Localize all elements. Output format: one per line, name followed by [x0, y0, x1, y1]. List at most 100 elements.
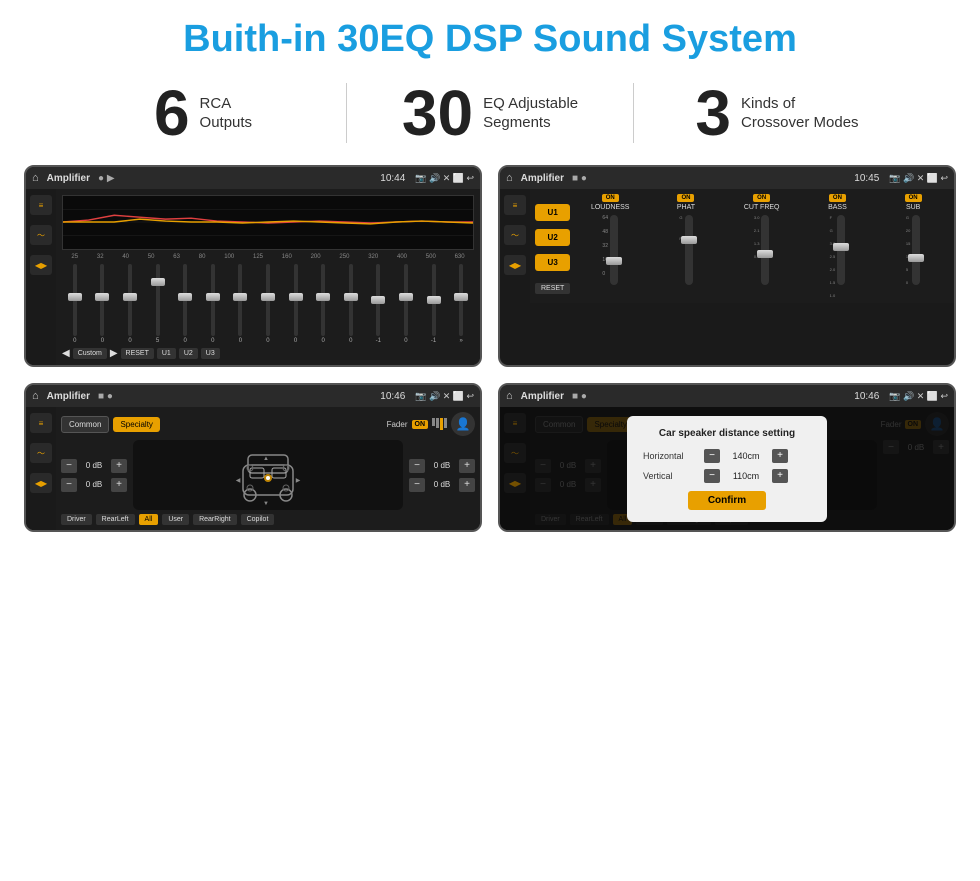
speaker-sidebar-icon-1[interactable]: ≡: [30, 413, 52, 433]
dialog-horizontal-row: Horizontal − 140cm +: [643, 449, 811, 463]
speaker-sidebar-icon-2[interactable]: 〜: [30, 443, 52, 463]
bass-title: BASS: [828, 204, 847, 211]
vol4-plus[interactable]: +: [459, 478, 475, 492]
crossover-sidebar: ≡ 〜 ◀▶: [500, 189, 530, 303]
eq-slider-1: 0: [62, 264, 88, 344]
vol3-value: 0 dB: [428, 461, 456, 470]
crossover-reset-btn[interactable]: RESET: [535, 283, 570, 294]
vol2-plus[interactable]: +: [111, 478, 127, 492]
stats-row: 6 RCAOutputs 30 EQ AdjustableSegments 3 …: [0, 71, 980, 157]
eq-slider-14: -1: [421, 264, 447, 344]
eq-play-btn[interactable]: ▶: [110, 348, 118, 359]
dialog-title: Amplifier: [521, 391, 564, 402]
u3-btn[interactable]: U3: [535, 254, 570, 271]
crossover-dots: ■ ●: [572, 173, 587, 184]
freq-630: 630: [455, 254, 465, 260]
crossover-sidebar-icon-1[interactable]: ≡: [504, 195, 526, 215]
horizontal-plus[interactable]: +: [772, 449, 788, 463]
eq-slider-2: 0: [90, 264, 116, 344]
eq-u1-btn[interactable]: U1: [157, 348, 176, 359]
speaker-middle: − 0 dB + − 0 dB +: [61, 440, 475, 510]
eq-sidebar-icon-2[interactable]: 〜: [30, 225, 52, 245]
car-diagram: ▲ ▼ ◀ ▶: [133, 440, 403, 510]
confirm-button[interactable]: Confirm: [688, 491, 766, 510]
eq-prev-btn[interactable]: ◀: [62, 348, 70, 359]
stat-crossover: 3 Kinds ofCrossover Modes: [634, 81, 920, 145]
freq-80: 80: [199, 254, 206, 260]
freq-40: 40: [122, 254, 129, 260]
vertical-plus[interactable]: +: [772, 469, 788, 483]
loudness-title: LOUDNESS: [591, 204, 630, 211]
eq-u2-btn[interactable]: U2: [179, 348, 198, 359]
rearright-btn[interactable]: RearRight: [193, 514, 237, 525]
fader-section: Fader ON: [387, 418, 447, 430]
freq-320: 320: [368, 254, 378, 260]
dialog-box-title: Car speaker distance setting: [643, 428, 811, 439]
svg-text:▲: ▲: [263, 456, 269, 462]
eq-u3-btn[interactable]: U3: [201, 348, 220, 359]
freq-32: 32: [97, 254, 104, 260]
cutfreq-on: ON: [753, 194, 770, 202]
stat-rca-number: 6: [154, 81, 190, 145]
dialog-body: ≡ 〜 ◀▶ Common Specialty Fader ON 👤: [500, 407, 954, 530]
stat-eq: 30 EQ AdjustableSegments: [347, 81, 633, 145]
specialty-tab[interactable]: Specialty: [113, 417, 159, 432]
u2-btn[interactable]: U2: [535, 229, 570, 246]
crossover-sidebar-icon-2[interactable]: 〜: [504, 225, 526, 245]
freq-50: 50: [148, 254, 155, 260]
speaker-sidebar-icon-3[interactable]: ◀▶: [30, 473, 52, 493]
user-btn[interactable]: User: [162, 514, 189, 525]
dialog-icons: 📷 🔊 ✕ ⬜ ↩: [889, 391, 948, 402]
speaker-screen: ⌂ Amplifier ■ ● 10:46 📷 🔊 ✕ ⬜ ↩ ≡ 〜 ◀▶ C…: [24, 383, 482, 532]
freq-160: 160: [282, 254, 292, 260]
vol-row-4: − 0 dB +: [409, 478, 475, 492]
rearleft-btn[interactable]: RearLeft: [96, 514, 135, 525]
crossover-body: ≡ 〜 ◀▶ U1 U2 U3 RESET ON LOUDNESS: [500, 189, 954, 303]
dialog-home-icon[interactable]: ⌂: [506, 390, 513, 402]
eq-time: 10:44: [380, 173, 405, 184]
crossover-home-icon[interactable]: ⌂: [506, 172, 513, 184]
freq-100: 100: [224, 254, 234, 260]
stat-eq-label: EQ AdjustableSegments: [483, 94, 578, 133]
vol1-value: 0 dB: [80, 461, 108, 470]
eq-slider-9: 0: [283, 264, 309, 344]
eq-custom-btn[interactable]: Custom: [73, 348, 107, 359]
speaker-home-icon[interactable]: ⌂: [32, 390, 39, 402]
stat-rca-label: RCAOutputs: [200, 94, 253, 133]
vol4-minus[interactable]: −: [409, 478, 425, 492]
all-btn[interactable]: All: [139, 514, 159, 525]
vol1-minus[interactable]: −: [61, 459, 77, 473]
vertical-value: 110cm: [726, 471, 766, 481]
eq-topbar: ⌂ Amplifier ● ▶ 10:44 📷 🔊 ✕ ⬜ ↩: [26, 167, 480, 189]
home-icon[interactable]: ⌂: [32, 172, 39, 184]
eq-slider-11: 0: [338, 264, 364, 344]
eq-sidebar-icon-1[interactable]: ≡: [30, 195, 52, 215]
eq-icons: 📷 🔊 ✕ ⬜ ↩: [415, 173, 474, 184]
common-tab[interactable]: Common: [61, 416, 109, 433]
horizontal-label: Horizontal: [643, 451, 698, 461]
vol3-minus[interactable]: −: [409, 459, 425, 473]
eq-reset-btn[interactable]: RESET: [121, 348, 154, 359]
u1-btn[interactable]: U1: [535, 204, 570, 221]
dialog-dots: ■ ●: [572, 391, 587, 402]
crossover-sidebar-icon-3[interactable]: ◀▶: [504, 255, 526, 275]
eq-main: 25 32 40 50 63 80 100 125 160 200 250 32…: [56, 189, 480, 365]
freq-200: 200: [311, 254, 321, 260]
bass-col: ON BASS FG3.02.52.01.51.0: [802, 194, 874, 298]
vertical-minus[interactable]: −: [704, 469, 720, 483]
eq-slider-3: 0: [117, 264, 143, 344]
eq-slider-12: -1: [366, 264, 392, 344]
eq-sidebar-icon-3[interactable]: ◀▶: [30, 255, 52, 275]
horizontal-minus[interactable]: −: [704, 449, 720, 463]
dialog-box: Car speaker distance setting Horizontal …: [627, 416, 827, 522]
driver-btn[interactable]: Driver: [61, 514, 92, 525]
vol3-plus[interactable]: +: [459, 459, 475, 473]
crossover-title: Amplifier: [521, 173, 564, 184]
vertical-label: Vertical: [643, 471, 698, 481]
vol2-minus[interactable]: −: [61, 478, 77, 492]
copilot-btn[interactable]: Copilot: [241, 514, 275, 525]
vol1-plus[interactable]: +: [111, 459, 127, 473]
fader-label: Fader: [387, 420, 408, 429]
dialog-overlay: Car speaker distance setting Horizontal …: [500, 407, 954, 530]
eq-sidebar: ≡ 〜 ◀▶: [26, 189, 56, 365]
